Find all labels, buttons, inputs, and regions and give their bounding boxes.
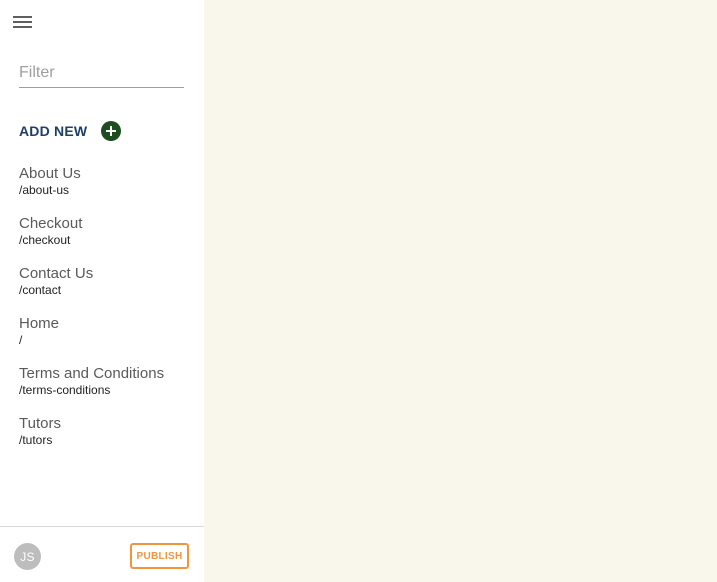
page-path: /tutors bbox=[19, 433, 53, 447]
sidebar-footer: JS PUBLISH bbox=[0, 526, 204, 582]
editor-canvas bbox=[204, 0, 717, 582]
page-item-about-us[interactable]: About Us /about-us bbox=[19, 165, 199, 215]
add-new-label: ADD NEW bbox=[19, 123, 88, 139]
filter-field bbox=[19, 58, 184, 88]
page-title: Contact Us bbox=[19, 265, 94, 282]
plus-circle-icon[interactable] bbox=[101, 121, 122, 141]
page-path: /checkout bbox=[19, 233, 71, 247]
hamburger-menu-icon[interactable] bbox=[13, 14, 33, 30]
page-list: About Us /about-us Checkout /checkout Co… bbox=[19, 165, 199, 465]
page-item-tutors[interactable]: Tutors /tutors bbox=[19, 415, 199, 465]
page-path: /terms-conditions bbox=[19, 383, 111, 397]
filter-input[interactable] bbox=[19, 58, 184, 87]
add-new-button[interactable]: ADD NEW bbox=[19, 121, 122, 141]
page-title: About Us bbox=[19, 165, 81, 182]
page-path: / bbox=[19, 333, 23, 347]
page-path: /contact bbox=[19, 283, 62, 297]
page-item-contact-us[interactable]: Contact Us /contact bbox=[19, 265, 199, 315]
page-title: Terms and Conditions bbox=[19, 365, 165, 382]
page-item-checkout[interactable]: Checkout /checkout bbox=[19, 215, 199, 265]
page-title: Home bbox=[19, 315, 60, 332]
app-root: ADD NEW About Us /about-us Checkout /che… bbox=[0, 0, 717, 582]
sidebar: ADD NEW About Us /about-us Checkout /che… bbox=[0, 0, 204, 582]
page-item-home[interactable]: Home / bbox=[19, 315, 199, 365]
avatar[interactable]: JS bbox=[14, 543, 41, 570]
page-title: Tutors bbox=[19, 415, 61, 432]
publish-button[interactable]: PUBLISH bbox=[130, 543, 189, 569]
page-item-terms-and-conditions[interactable]: Terms and Conditions /terms-conditions bbox=[19, 365, 199, 415]
page-title: Checkout bbox=[19, 215, 83, 232]
page-path: /about-us bbox=[19, 183, 70, 197]
